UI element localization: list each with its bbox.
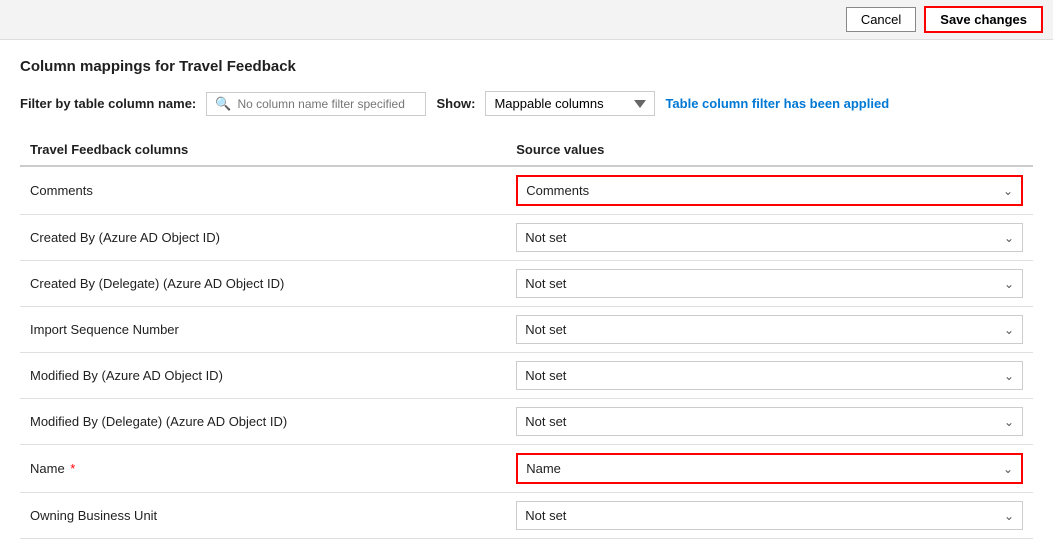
column-name-cell: Comments — [20, 166, 506, 215]
column-name-cell: Created By (Azure AD Object ID) — [20, 215, 506, 261]
table-row: Modified By (Azure AD Object ID) Not setC… — [20, 353, 1033, 399]
source-value-select[interactable]: Not setCommentsNameCreated ByModified By… — [517, 224, 1022, 251]
source-value-cell: Not setCommentsNameCreated ByModified By… — [506, 215, 1033, 261]
column-name-cell: Modified By (Azure AD Object ID) — [20, 353, 506, 399]
filter-input-wrapper: 🔍 — [206, 92, 426, 116]
source-select-wrapper: Not setCommentsNameCreated ByModified By… — [516, 315, 1023, 344]
col-header-source-values: Source values — [506, 134, 1033, 166]
source-value-select[interactable]: Not setCommentsNameCreated ByModified By… — [517, 316, 1022, 343]
required-indicator: * — [67, 461, 76, 476]
source-value-cell: Not setCommentsNameCreated ByModified By… — [506, 166, 1033, 215]
source-value-cell: Not setCommentsNameCreated ByModified By… — [506, 493, 1033, 539]
table-row: Created By (Azure AD Object ID) Not setCo… — [20, 215, 1033, 261]
search-icon: 🔍 — [215, 96, 231, 112]
table-row: Comments Not setCommentsNameCreated ByMod… — [20, 166, 1033, 215]
table-row: Created By (Delegate) (Azure AD Object I… — [20, 261, 1033, 307]
main-content: Column mappings for Travel Feedback Filt… — [0, 40, 1053, 557]
source-select-wrapper: Not setCommentsNameCreated ByModified By… — [516, 269, 1023, 298]
show-select[interactable]: Mappable columns All columns Mapped colu… — [485, 91, 655, 116]
column-name-filter-input[interactable] — [237, 97, 417, 111]
source-value-cell: Not setCommentsNameCreated ByModified By… — [506, 353, 1033, 399]
source-select-wrapper: Not setCommentsNameCreated ByModified By… — [516, 453, 1023, 484]
table-header-row: Travel Feedback columns Source values — [20, 134, 1033, 166]
source-value-select[interactable]: Not setCommentsNameCreated ByModified By… — [517, 502, 1022, 529]
filter-applied-message: Table column filter has been applied — [665, 96, 889, 111]
source-value-cell: Not setCommentsNameCreated ByModified By… — [506, 307, 1033, 353]
source-select-wrapper: Not setCommentsNameCreated ByModified By… — [516, 407, 1023, 436]
column-name-cell: Modified By (Delegate) (Azure AD Object … — [20, 399, 506, 445]
column-mappings-table: Travel Feedback columns Source values Co… — [20, 134, 1033, 539]
table-row: Import Sequence Number Not setCommentsNam… — [20, 307, 1033, 353]
column-name-cell: Owning Business Unit — [20, 493, 506, 539]
filter-by-label: Filter by table column name: — [20, 96, 196, 111]
source-value-cell: Not setCommentsNameCreated ByModified By… — [506, 399, 1033, 445]
top-bar: Cancel Save changes — [0, 0, 1053, 40]
source-select-wrapper: Not setCommentsNameCreated ByModified By… — [516, 501, 1023, 530]
table-row: Name * Not setCommentsNameCreated ByModif… — [20, 445, 1033, 493]
source-value-select[interactable]: Not setCommentsNameCreated ByModified By… — [517, 270, 1022, 297]
source-select-wrapper: Not setCommentsNameCreated ByModified By… — [516, 223, 1023, 252]
source-value-select[interactable]: Not setCommentsNameCreated ByModified By… — [517, 408, 1022, 435]
source-select-wrapper: Not setCommentsNameCreated ByModified By… — [516, 175, 1023, 206]
show-label: Show: — [436, 96, 475, 111]
source-value-select[interactable]: Not setCommentsNameCreated ByModified By… — [518, 177, 1021, 204]
table-row: Owning Business Unit Not setCommentsNameC… — [20, 493, 1033, 539]
column-name-cell: Created By (Delegate) (Azure AD Object I… — [20, 261, 506, 307]
column-name-cell: Import Sequence Number — [20, 307, 506, 353]
source-select-wrapper: Not setCommentsNameCreated ByModified By… — [516, 361, 1023, 390]
cancel-button[interactable]: Cancel — [846, 7, 916, 32]
column-name-cell: Name * — [20, 445, 506, 493]
col-header-feedback-columns: Travel Feedback columns — [20, 134, 506, 166]
page-title: Column mappings for Travel Feedback — [20, 58, 1033, 75]
source-value-select[interactable]: Not setCommentsNameCreated ByModified By… — [517, 362, 1022, 389]
filter-bar: Filter by table column name: 🔍 Show: Map… — [20, 91, 1033, 116]
table-row: Modified By (Delegate) (Azure AD Object … — [20, 399, 1033, 445]
source-value-select[interactable]: Not setCommentsNameCreated ByModified By… — [518, 455, 1021, 482]
source-value-cell: Not setCommentsNameCreated ByModified By… — [506, 261, 1033, 307]
save-changes-button[interactable]: Save changes — [924, 6, 1043, 33]
source-value-cell: Not setCommentsNameCreated ByModified By… — [506, 445, 1033, 493]
